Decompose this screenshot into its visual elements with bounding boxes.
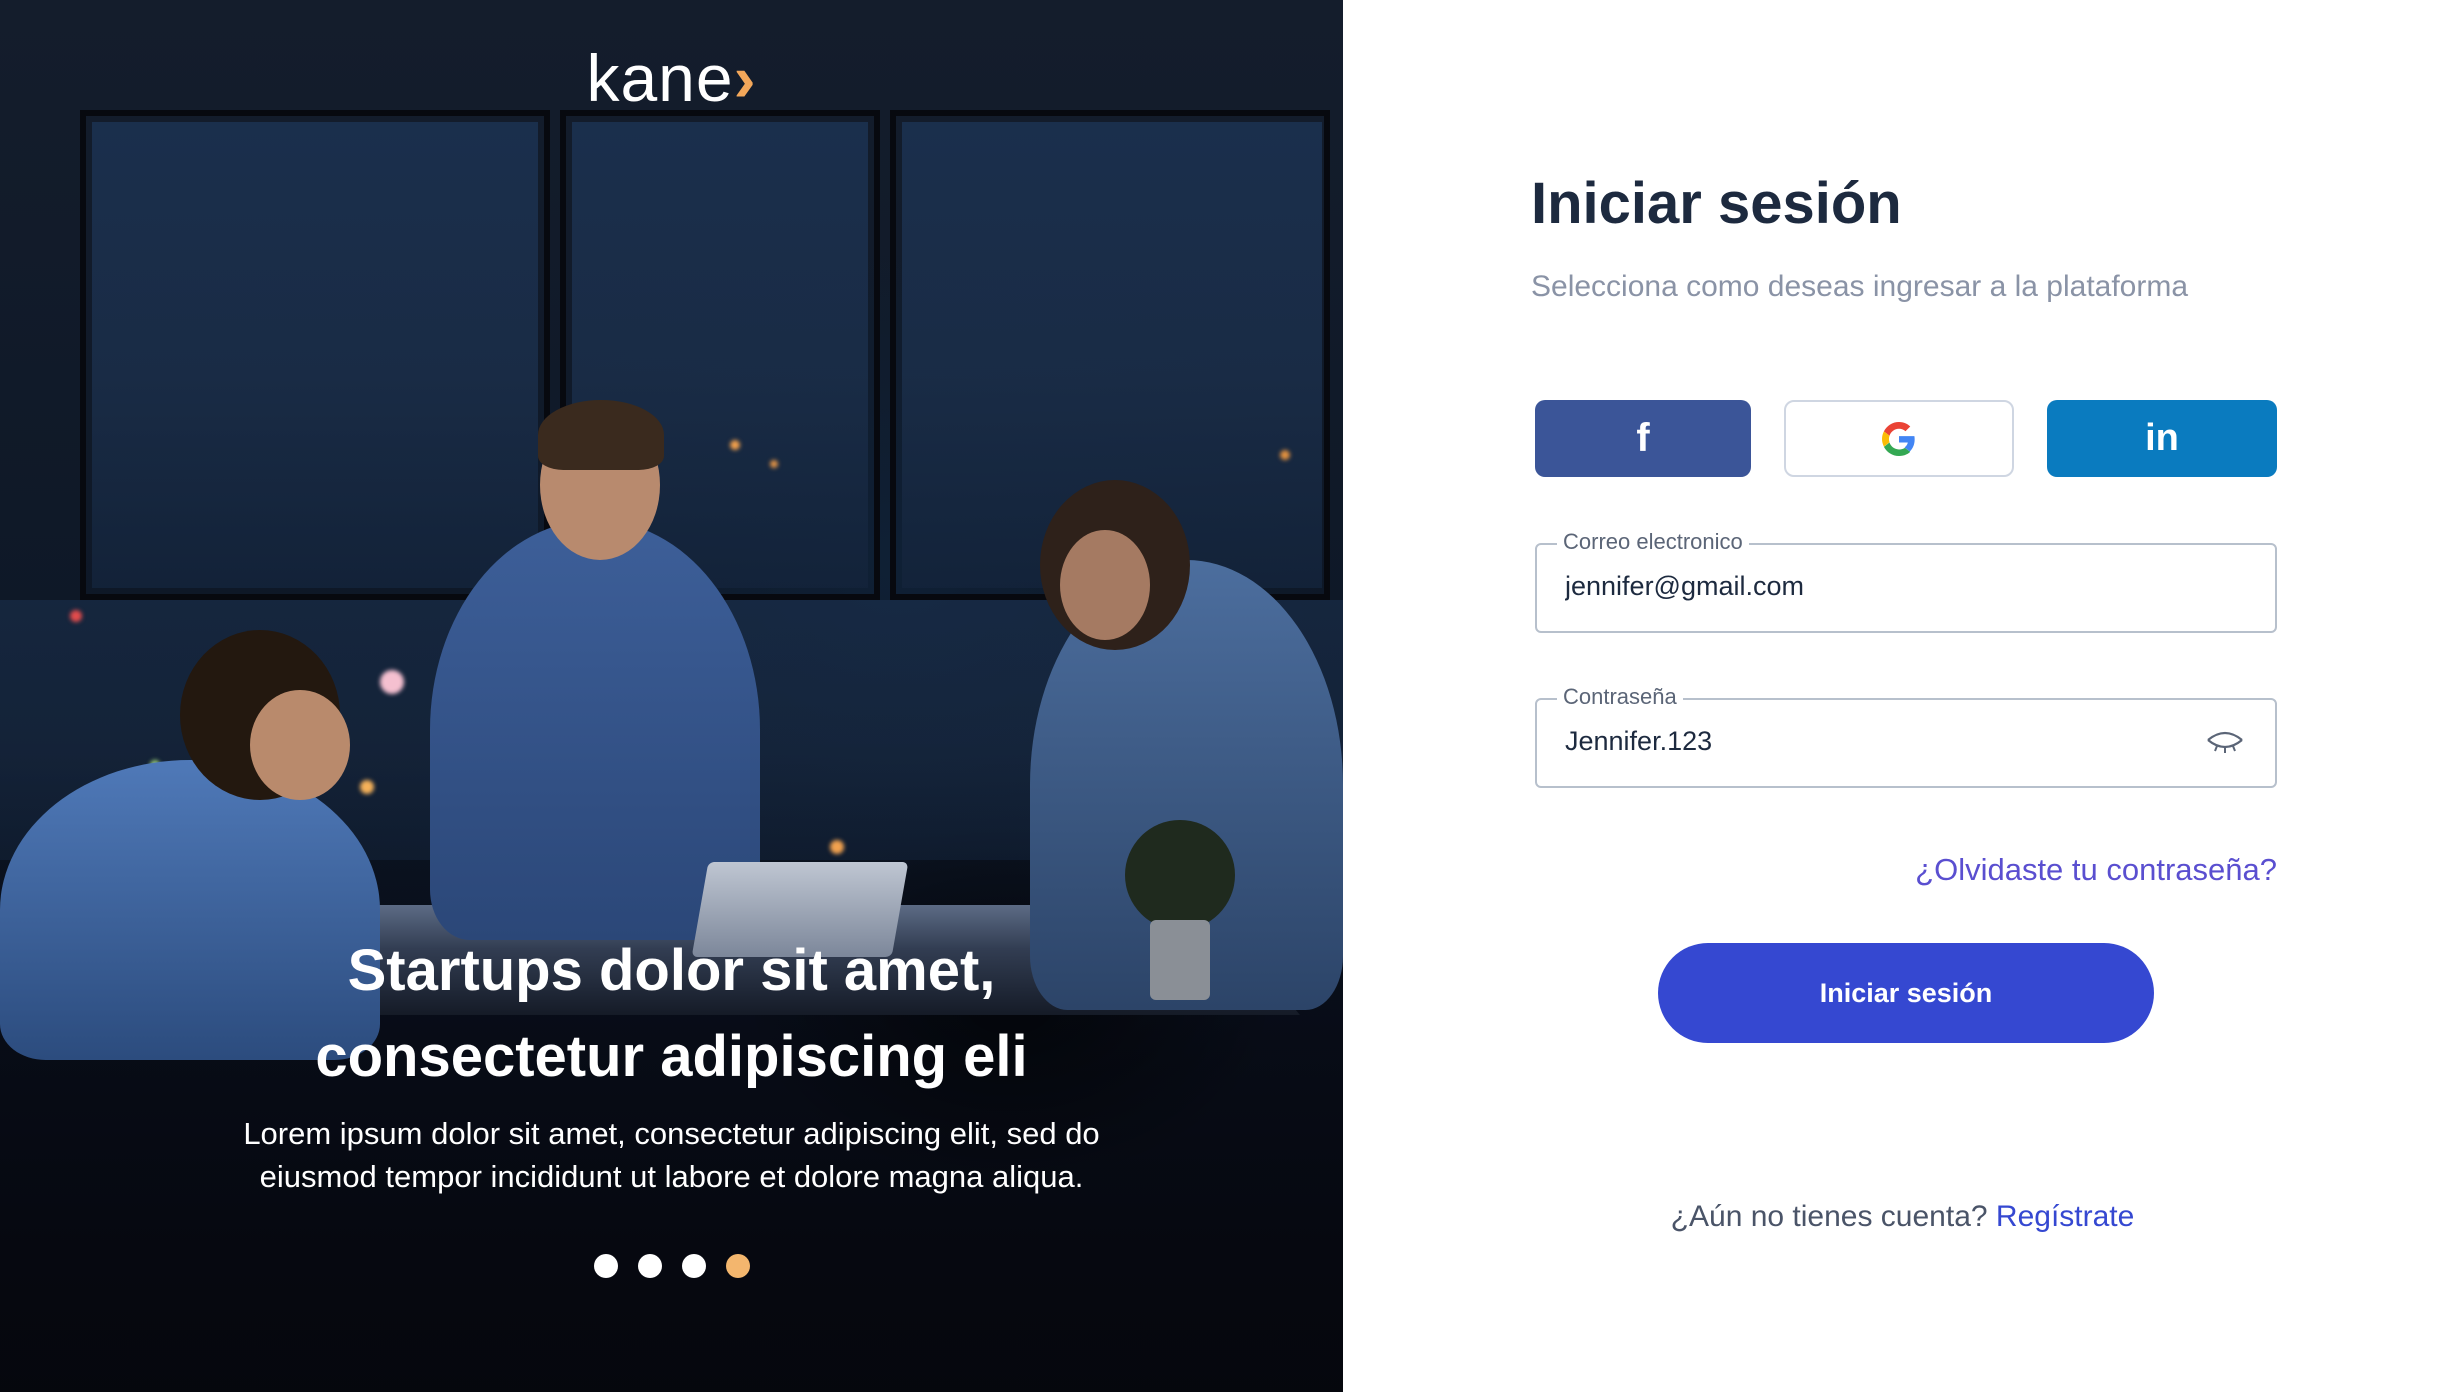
linkedin-login-button[interactable]: in [2047,400,2277,477]
signup-link[interactable]: Regístrate [1996,1200,2134,1233]
brand-logo: kane› [0,40,1343,116]
carousel-dot[interactable] [637,1254,662,1278]
eye-closed-icon[interactable] [2205,728,2245,758]
hero-title-line: consectetur adipiscing eli [315,1024,1028,1089]
email-input[interactable] [1565,571,2185,602]
carousel-dot[interactable] [681,1254,706,1278]
login-panel: Iniciar sesión Selecciona como deseas in… [1343,0,2462,1392]
hero-panel: kane› Startups dolor sit amet, consectet… [0,0,1343,1392]
carousel-dot[interactable] [593,1254,618,1278]
hero-title: Startups dolor sit amet, consectetur adi… [0,928,1343,1100]
carousel-dot-active[interactable] [725,1254,750,1278]
carousel-indicators [0,1254,1343,1278]
brand-logo-chevron: › [733,41,757,115]
page-title: Iniciar sesión [1531,171,1902,236]
hero-description: Lorem ipsum dolor sit amet, consectetur … [160,1112,1183,1198]
password-field: Contraseña [1535,684,2277,788]
page-subtitle: Selecciona como deseas ingresar a la pla… [1531,270,2189,303]
email-field: Correo electronico [1535,529,2277,633]
hero-title-line: Startups dolor sit amet, [347,938,996,1003]
facebook-icon: f [1636,416,1650,460]
brand-logo-text: kane [586,41,734,115]
email-label: Correo electronico [1557,529,1749,555]
signup-prompt: ¿Aún no tienes cuenta? [1670,1200,1988,1233]
signup-row: ¿Aún no tienes cuenta? Regístrate [1343,1200,2462,1234]
forgot-password-link[interactable]: ¿Olvidaste tu contraseña? [1915,852,2277,888]
password-input[interactable] [1565,726,2185,757]
facebook-login-button[interactable]: f [1535,400,1751,477]
google-login-button[interactable] [1784,400,2014,477]
hero-description-line: eiusmod tempor incididunt ut labore et d… [259,1159,1084,1194]
login-button[interactable]: Iniciar sesión [1658,943,2154,1043]
password-label: Contraseña [1557,684,1683,710]
hero-description-line: Lorem ipsum dolor sit amet, consectetur … [243,1116,1100,1151]
linkedin-icon: in [2145,417,2179,459]
google-icon [1882,421,1915,456]
